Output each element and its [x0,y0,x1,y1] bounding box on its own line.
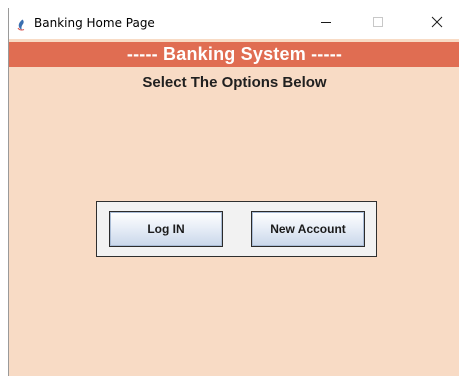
options-panel: Log IN New Account [96,201,377,257]
close-button[interactable] [414,8,459,39]
app-window: Banking Home Page ----- Banking System -… [8,8,459,376]
login-button[interactable]: Log IN [109,211,223,247]
minimize-button[interactable] [303,8,349,39]
maximize-button[interactable] [355,8,401,39]
title-bar[interactable]: Banking Home Page [9,8,459,39]
window-title: Banking Home Page [34,16,155,30]
header-banner: ----- Banking System ----- [9,42,459,67]
select-options-label: Select The Options Below [142,74,327,91]
java-app-icon [16,18,26,31]
new-account-button[interactable]: New Account [251,211,365,247]
maximize-icon [372,15,384,33]
minimize-icon [320,15,332,33]
banking-system-title: ----- Banking System ----- [126,44,343,64]
close-icon [431,15,443,33]
